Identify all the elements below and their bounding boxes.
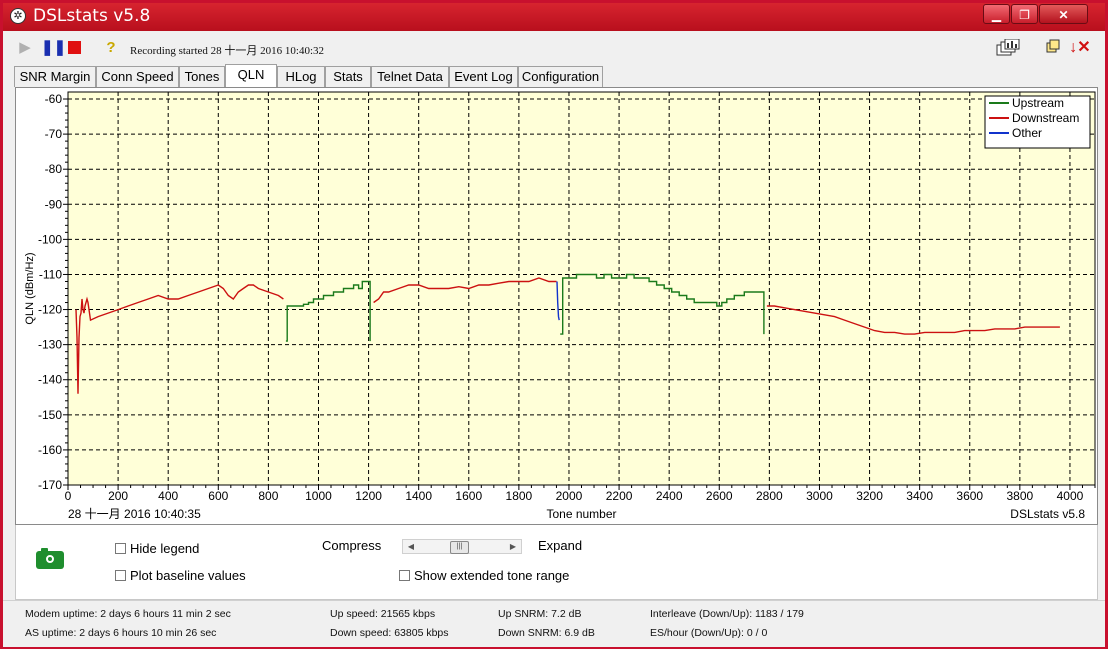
app-paw-icon: ✲: [10, 8, 26, 24]
legend-label: Downstream: [1012, 111, 1079, 125]
tab-event-log[interactable]: Event Log: [449, 66, 518, 87]
x-tick-label: 1600: [455, 489, 482, 503]
close-button[interactable]: ✕: [1039, 4, 1088, 24]
y-tick-label: -170: [38, 478, 62, 492]
qln-chart: 0 200 400 600 800 1000 1200 1400 1600 1800 2000 220…: [24, 91, 1096, 521]
x-tick-label: 400: [158, 489, 178, 503]
maximize-button[interactable]: ❐: [1011, 4, 1038, 24]
x-tick-label: 3000: [806, 489, 833, 503]
y-tick-label: -140: [38, 373, 62, 387]
y-tick-label: -80: [45, 162, 63, 176]
x-tick-label: 800: [258, 489, 278, 503]
as-uptime: AS uptime: 2 days 6 hours 10 min 26 sec: [25, 627, 217, 639]
x-tick-label: 3800: [1007, 489, 1034, 503]
down-snrm: Down SNRM: 6.9 dB: [498, 627, 595, 639]
modem-uptime: Modem uptime: 2 days 6 hours 11 min 2 se…: [25, 608, 231, 620]
minimize-button[interactable]: ▁: [983, 4, 1010, 24]
interleave: Interleave (Down/Up): 1183 / 179: [650, 608, 804, 620]
x-tick-label: 3200: [856, 489, 883, 503]
scroll-left-icon[interactable]: ◀: [404, 540, 418, 553]
y-tick-label: -150: [38, 408, 62, 422]
up-snrm: Up SNRM: 7.2 dB: [498, 608, 582, 620]
restore-icon[interactable]: [1044, 39, 1062, 57]
camera-icon[interactable]: [36, 548, 64, 569]
hide-legend-checkbox[interactable]: [115, 543, 126, 554]
x-tick-label: 1400: [405, 489, 432, 503]
tab-hlog[interactable]: HLog: [277, 66, 325, 87]
y-tick-label: -100: [38, 232, 62, 246]
title-bar: ✲ DSLstats v5.8 ▁ ❐ ✕: [3, 3, 1105, 31]
extended-tone-checkbox[interactable]: [399, 570, 410, 581]
x-tick-label: 2200: [606, 489, 633, 503]
legend-label: Upstream: [1012, 96, 1064, 110]
tab-stats[interactable]: Stats: [325, 66, 371, 87]
status-bar: Modem uptime: 2 days 6 hours 11 min 2 se…: [3, 600, 1105, 647]
x-tick-label: 1000: [305, 489, 332, 503]
exit-icon[interactable]: ↓✕: [1068, 39, 1092, 57]
x-tick-label: 2400: [656, 489, 683, 503]
x-tick-label: 2000: [556, 489, 583, 503]
x-tick-label: 3400: [906, 489, 933, 503]
hide-legend-label: Hide legend: [130, 541, 200, 556]
chart-timestamp: 28 十一月 2016 10:40:35: [68, 507, 201, 521]
plot-baseline-label: Plot baseline values: [130, 568, 246, 583]
tab-snr-margin[interactable]: SNR Margin: [14, 66, 96, 87]
toolbar: ▶ ❚❚ ? Recording started 28 十一月 2016 10:…: [3, 31, 1105, 65]
y-axis-label: QLN (dBm/Hz): [24, 252, 36, 324]
tab-tones[interactable]: Tones: [179, 66, 225, 87]
x-tick-label: 200: [108, 489, 128, 503]
tab-conn-speed[interactable]: Conn Speed: [96, 66, 179, 87]
stop-icon[interactable]: [65, 39, 83, 57]
x-tick-label: 3600: [956, 489, 983, 503]
tab-qln[interactable]: QLN: [225, 64, 277, 87]
x-axis-label: Tone number: [546, 507, 616, 521]
y-tick-label: -70: [45, 127, 63, 141]
x-tick-label: 1200: [355, 489, 382, 503]
chart-version-label: DSLstats v5.8: [1010, 507, 1085, 521]
extended-tone-label: Show extended tone range: [414, 568, 570, 583]
tab-configuration[interactable]: Configuration: [518, 66, 603, 87]
y-tick-label: -110: [39, 267, 62, 281]
x-tick-label: 0: [65, 489, 72, 503]
recording-status: Recording started 28 十一月 2016 10:40:32: [130, 45, 325, 57]
x-tick-label: 1800: [506, 489, 533, 503]
help-bulb-icon[interactable]: ?: [102, 39, 120, 57]
x-tick-label: 2600: [706, 489, 733, 503]
plot-baseline-checkbox[interactable]: [115, 570, 126, 581]
scroll-right-icon[interactable]: ▶: [506, 540, 520, 553]
chart-panel: 0 200 400 600 800 1000 1200 1400 1600 1800 2000 220…: [15, 87, 1098, 525]
y-tick-label: -60: [45, 92, 63, 106]
compress-label: Compress: [322, 538, 382, 553]
legend-label: Other: [1012, 126, 1042, 140]
window-title: DSLstats v5.8: [33, 6, 151, 26]
x-tick-label: 4000: [1057, 489, 1084, 503]
slider-thumb[interactable]: |||: [450, 541, 469, 554]
y-tick-label: -160: [38, 443, 62, 457]
y-tick-label: -120: [38, 303, 62, 317]
x-tick-label: 2800: [756, 489, 783, 503]
down-speed: Down speed: 63805 kbps: [330, 627, 449, 639]
chart-controls: Hide legend Plot baseline values Compres…: [15, 525, 1098, 600]
y-tick-label: -90: [45, 197, 63, 211]
x-tick-label: 600: [208, 489, 228, 503]
y-tick-label: -130: [38, 338, 62, 352]
tab-telnet-data[interactable]: Telnet Data: [371, 66, 449, 87]
play-icon[interactable]: ▶: [16, 39, 34, 57]
pause-icon[interactable]: ❚❚: [41, 39, 66, 57]
expand-label: Expand: [538, 538, 583, 553]
es-hour: ES/hour (Down/Up): 0 / 0: [650, 627, 768, 639]
windows-stack-icon[interactable]: [996, 38, 1020, 57]
plot-area: [67, 91, 1096, 486]
up-speed: Up speed: 21565 kbps: [330, 608, 436, 620]
compress-expand-slider[interactable]: ◀ ||| ▶: [402, 539, 522, 554]
app-window: ✲ DSLstats v5.8 ▁ ❐ ✕ ▶ ❚❚ ? Recording s…: [0, 0, 1108, 649]
